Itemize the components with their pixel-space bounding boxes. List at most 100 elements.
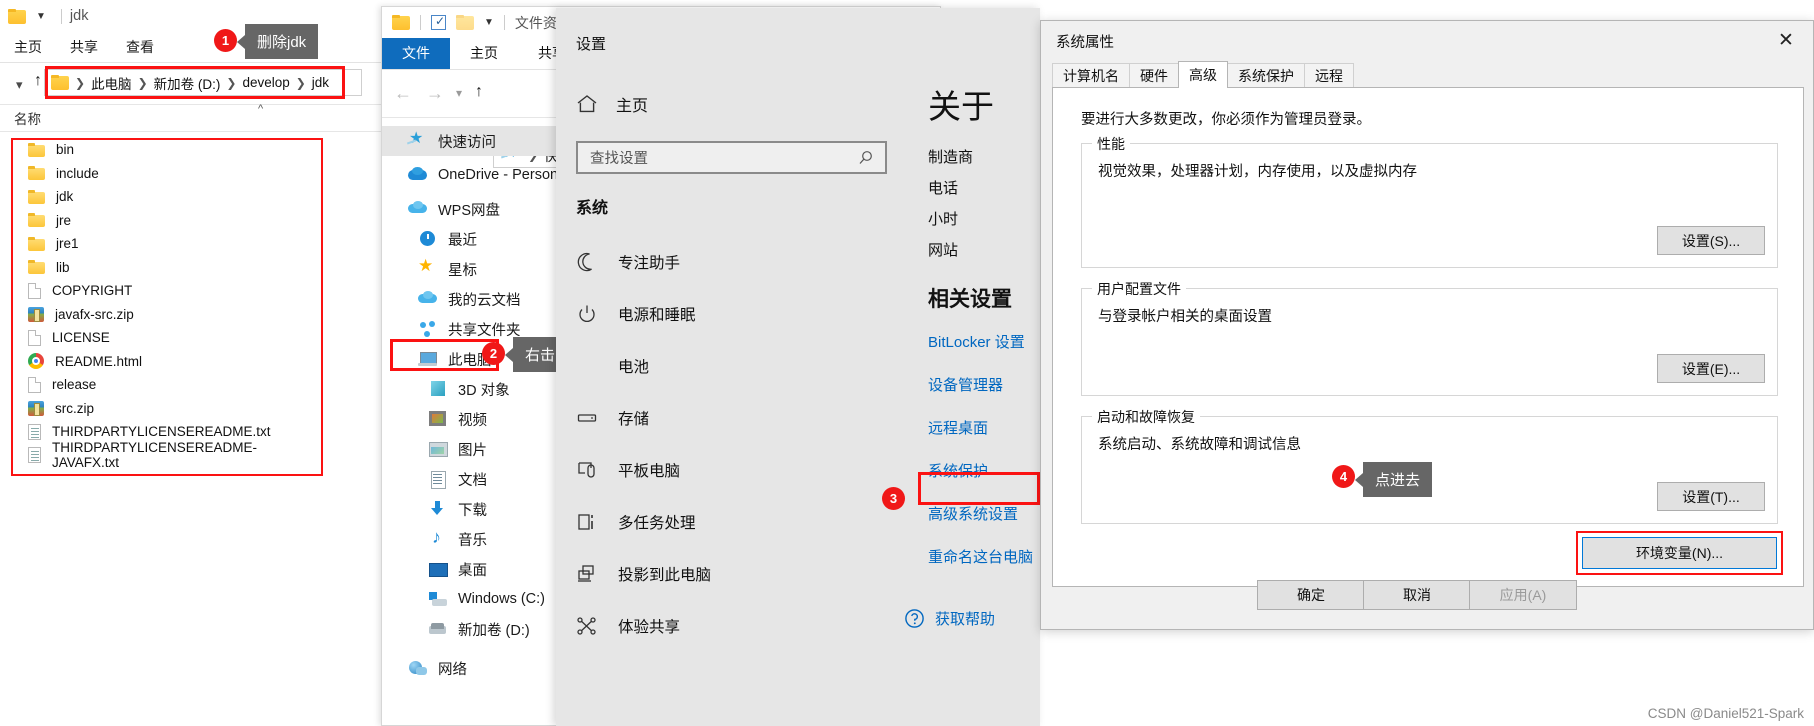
file-name: release bbox=[52, 377, 97, 393]
folder-icon bbox=[28, 236, 45, 251]
breadcrumb-item-3[interactable]: jdk bbox=[312, 75, 329, 90]
settings-search-input[interactable]: 查找设置 bbox=[576, 141, 887, 174]
list-item[interactable]: lib bbox=[14, 256, 324, 280]
performance-settings-button[interactable]: 设置(S)... bbox=[1657, 226, 1765, 255]
shared-experiences-icon bbox=[576, 615, 610, 637]
list-item[interactable]: jre bbox=[14, 209, 324, 233]
windows-drive-icon bbox=[428, 590, 448, 608]
link-advanced-system-settings[interactable]: 高级系统设置 bbox=[928, 493, 1033, 536]
chevron-down-icon[interactable]: ▼ bbox=[484, 17, 494, 28]
tab-share[interactable]: 共享 bbox=[56, 32, 112, 62]
link-bitlocker-settings[interactable]: BitLocker 设置 bbox=[928, 321, 1033, 364]
zip-archive-icon bbox=[28, 306, 44, 322]
settings-item-power-sleep[interactable]: 电源和睡眠 bbox=[576, 288, 896, 340]
list-item[interactable]: THIRDPARTYLICENSEREADME-JAVAFX.txt bbox=[14, 440, 324, 470]
settings-item-battery[interactable]: 电池 bbox=[576, 340, 896, 392]
link-system-protection[interactable]: 系统保护 bbox=[928, 450, 1033, 493]
settings-home-item[interactable]: 主页 bbox=[576, 92, 648, 116]
file-name: javafx-src.zip bbox=[55, 306, 134, 322]
list-item[interactable]: COPYRIGHT bbox=[14, 279, 324, 303]
ok-button[interactable]: 确定 bbox=[1257, 580, 1365, 610]
list-item[interactable]: release bbox=[14, 373, 324, 397]
system-properties-title: 系统属性 bbox=[1056, 35, 1114, 51]
back-arrow-icon[interactable]: ← bbox=[394, 83, 412, 104]
recent-clock-icon bbox=[418, 230, 438, 248]
settings-item-storage[interactable]: 存储 bbox=[576, 392, 896, 444]
list-item[interactable]: javafx-src.zip bbox=[14, 303, 324, 327]
multitasking-icon bbox=[576, 511, 610, 533]
list-item[interactable]: README.html bbox=[14, 350, 324, 374]
link-device-manager[interactable]: 设备管理器 bbox=[928, 364, 1033, 407]
forward-arrow-icon[interactable]: → bbox=[426, 83, 444, 104]
text-file-icon bbox=[28, 447, 41, 464]
explorer-left-addressbar: ▾ ↑ ❯ 此电脑 ❯ 新加卷 (D:) ❯ develop ❯ jdk bbox=[0, 63, 420, 103]
settings-item-focus-assist[interactable]: 专注助手 bbox=[576, 236, 896, 288]
settings-title: 设置 bbox=[576, 36, 607, 53]
tab-advanced[interactable]: 高级 bbox=[1178, 61, 1228, 88]
list-item[interactable]: include bbox=[14, 162, 324, 186]
document-icon bbox=[28, 329, 41, 346]
settings-item-shared-experiences[interactable]: 体验共享 bbox=[576, 600, 896, 652]
system-properties-tabs: 计算机名 硬件 高级 系统保护 远程 bbox=[1052, 61, 1354, 88]
get-help-row[interactable]: 获取帮助 bbox=[904, 608, 995, 629]
tab-computer-name[interactable]: 计算机名 bbox=[1052, 63, 1130, 88]
related-settings-links: BitLocker 设置 设备管理器 远程桌面 系统保护 高级系统设置 重命名这… bbox=[928, 321, 1033, 579]
breadcrumb-item-0[interactable]: 此电脑 bbox=[91, 73, 132, 93]
shared-folder-icon bbox=[418, 320, 438, 338]
file-list: bin include jdk jre jre1 lib COPYRIGHT j… bbox=[14, 138, 324, 470]
callout-badge-1: 1 bbox=[214, 29, 237, 52]
folder-icon bbox=[392, 15, 410, 30]
text-file-icon bbox=[28, 423, 41, 440]
link-rename-this-pc[interactable]: 重命名这台电脑 bbox=[928, 536, 1033, 579]
zip-archive-icon bbox=[28, 400, 44, 416]
breadcrumb-separator: ❯ bbox=[226, 75, 237, 90]
environment-variables-button[interactable]: 环境变量(N)... bbox=[1582, 537, 1777, 569]
local-drive-icon bbox=[428, 620, 448, 638]
breadcrumb-item-1[interactable]: 新加卷 (D:) bbox=[154, 73, 221, 93]
new-folder-icon[interactable] bbox=[456, 15, 474, 30]
breadcrumb-item-2[interactable]: develop bbox=[242, 75, 289, 90]
quick-access-star-icon bbox=[408, 128, 428, 150]
settings-home-label: 主页 bbox=[616, 98, 649, 115]
startup-recovery-settings-button[interactable]: 设置(T)... bbox=[1657, 482, 1765, 511]
properties-checkbox-icon[interactable]: ✓ bbox=[431, 14, 446, 30]
tab-system-protection[interactable]: 系统保护 bbox=[1227, 63, 1305, 88]
list-item[interactable]: src.zip bbox=[14, 397, 324, 421]
file-name: jdk bbox=[56, 189, 74, 205]
tablet-icon bbox=[576, 459, 610, 481]
tab-view[interactable]: 查看 bbox=[112, 32, 168, 62]
list-item[interactable]: jdk bbox=[14, 185, 324, 209]
settings-item-tablet[interactable]: 平板电脑 bbox=[576, 444, 896, 496]
settings-search-placeholder: 查找设置 bbox=[590, 151, 648, 167]
recent-locations-chevron-icon[interactable]: ▾ bbox=[456, 86, 462, 100]
tab-file[interactable]: 文件 bbox=[382, 38, 450, 69]
user-profiles-legend: 用户配置文件 bbox=[1092, 279, 1186, 299]
toolbar-divider bbox=[420, 15, 421, 30]
document-icon bbox=[28, 376, 41, 393]
tab-home[interactable]: 主页 bbox=[450, 38, 518, 69]
link-remote-desktop[interactable]: 远程桌面 bbox=[928, 407, 1033, 450]
apply-button[interactable]: 应用(A) bbox=[1469, 580, 1577, 610]
tab-home[interactable]: 主页 bbox=[0, 32, 56, 62]
user-profiles-settings-button[interactable]: 设置(E)... bbox=[1657, 354, 1765, 383]
list-item[interactable]: bin bbox=[14, 138, 324, 162]
list-item[interactable]: LICENSE bbox=[14, 326, 324, 350]
address-bar-input[interactable]: ❯ 此电脑 ❯ 新加卷 (D:) ❯ develop ❯ jdk bbox=[44, 69, 362, 96]
settings-item-multitasking[interactable]: 多任务处理 bbox=[576, 496, 896, 548]
music-icon bbox=[428, 527, 448, 548]
close-icon[interactable]: ✕ bbox=[1769, 27, 1803, 53]
quick-access-toolbar-caret-icon[interactable]: ▼ bbox=[36, 11, 46, 22]
about-field-list: 制造商 电话 小时 网站 bbox=[928, 142, 973, 266]
system-properties-body: 要进行大多数更改，你必须作为管理员登录。 性能 视觉效果，处理器计划，内存使用，… bbox=[1052, 87, 1804, 587]
settings-item-list: 专注助手 电源和睡眠 电池 存储 平板电脑 多任务处理 投影到此电脑 体验共享 bbox=[576, 236, 896, 652]
wps-cloud-icon bbox=[408, 200, 428, 218]
tab-hardware[interactable]: 硬件 bbox=[1129, 63, 1179, 88]
cancel-button[interactable]: 取消 bbox=[1363, 580, 1471, 610]
about-field-phone: 电话 bbox=[928, 180, 959, 197]
up-arrow-icon[interactable]: ↑ bbox=[475, 83, 483, 101]
settings-item-project-to-pc[interactable]: 投影到此电脑 bbox=[576, 548, 896, 600]
downloads-icon bbox=[428, 500, 448, 518]
tab-remote[interactable]: 远程 bbox=[1304, 63, 1354, 88]
list-item[interactable]: jre1 bbox=[14, 232, 324, 256]
file-list-column-header[interactable]: 名称 bbox=[0, 104, 420, 132]
